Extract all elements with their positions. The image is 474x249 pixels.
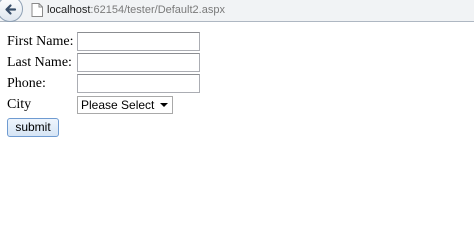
page-icon xyxy=(31,3,43,17)
city-select[interactable]: Please Select xyxy=(77,96,173,114)
url-path: :62154/tester/Default2.aspx xyxy=(90,4,225,16)
phone-input[interactable] xyxy=(77,74,200,93)
chevron-down-icon xyxy=(160,103,168,107)
first-name-input[interactable] xyxy=(77,32,200,51)
last-name-label: Last Name: xyxy=(7,55,72,70)
back-button[interactable] xyxy=(0,0,23,22)
phone-label: Phone: xyxy=(7,76,46,91)
address-bar[interactable]: localhost:62154/tester/Default2.aspx xyxy=(47,3,225,17)
back-arrow-icon xyxy=(5,4,17,15)
city-label: City xyxy=(7,97,32,112)
first-name-label: First Name: xyxy=(7,34,74,49)
submit-button[interactable]: submit xyxy=(7,118,59,137)
city-selected-value: Please Select xyxy=(81,98,155,112)
url-host: localhost xyxy=(47,4,91,16)
browser-toolbar: localhost:62154/tester/Default2.aspx xyxy=(0,0,474,22)
last-name-input[interactable] xyxy=(77,53,200,72)
